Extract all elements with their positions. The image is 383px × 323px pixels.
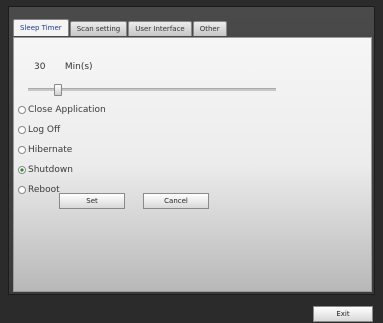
slider-thumb[interactable] bbox=[53, 84, 62, 96]
timer-readout: 30 Min(s) bbox=[34, 62, 93, 72]
tab-bar: Sleep Timer Scan setting User Interface … bbox=[13, 19, 227, 37]
tab-scan-setting[interactable]: Scan setting bbox=[69, 21, 128, 36]
radio-button[interactable] bbox=[18, 126, 26, 134]
slider-track[interactable] bbox=[28, 88, 276, 91]
tab-user-interface[interactable]: User Interface bbox=[128, 21, 192, 36]
option-label: Shutdown bbox=[28, 165, 73, 175]
tab-sleep-timer[interactable]: Sleep Timer bbox=[13, 19, 69, 36]
set-button[interactable]: Set bbox=[59, 193, 125, 209]
timer-value: 30 bbox=[34, 62, 46, 72]
settings-window: Sleep Timer Scan setting User Interface … bbox=[8, 6, 375, 295]
timer-unit: Min(s) bbox=[64, 62, 93, 72]
option-label: Log Off bbox=[28, 125, 61, 135]
exit-button[interactable]: Exit bbox=[313, 306, 373, 322]
radio-button[interactable] bbox=[18, 146, 26, 154]
action-options: Close Application Log Off Hibernate Shut… bbox=[18, 100, 106, 200]
option-label: Close Application bbox=[28, 105, 106, 115]
option-label: Reboot bbox=[28, 185, 60, 195]
tab-other[interactable]: Other bbox=[192, 21, 227, 36]
radio-button[interactable] bbox=[18, 186, 26, 194]
sleep-timer-panel: 30 Min(s) Close Application Log Off Hibe… bbox=[13, 37, 372, 292]
option-label: Hibernate bbox=[28, 145, 73, 155]
radio-button[interactable] bbox=[18, 106, 26, 114]
option-log-off[interactable]: Log Off bbox=[18, 120, 106, 140]
radio-button[interactable] bbox=[18, 166, 26, 174]
option-close-application[interactable]: Close Application bbox=[18, 100, 106, 120]
timer-slider[interactable] bbox=[28, 84, 276, 96]
option-hibernate[interactable]: Hibernate bbox=[18, 140, 106, 160]
option-shutdown[interactable]: Shutdown bbox=[18, 160, 106, 180]
cancel-button[interactable]: Cancel bbox=[143, 193, 209, 209]
